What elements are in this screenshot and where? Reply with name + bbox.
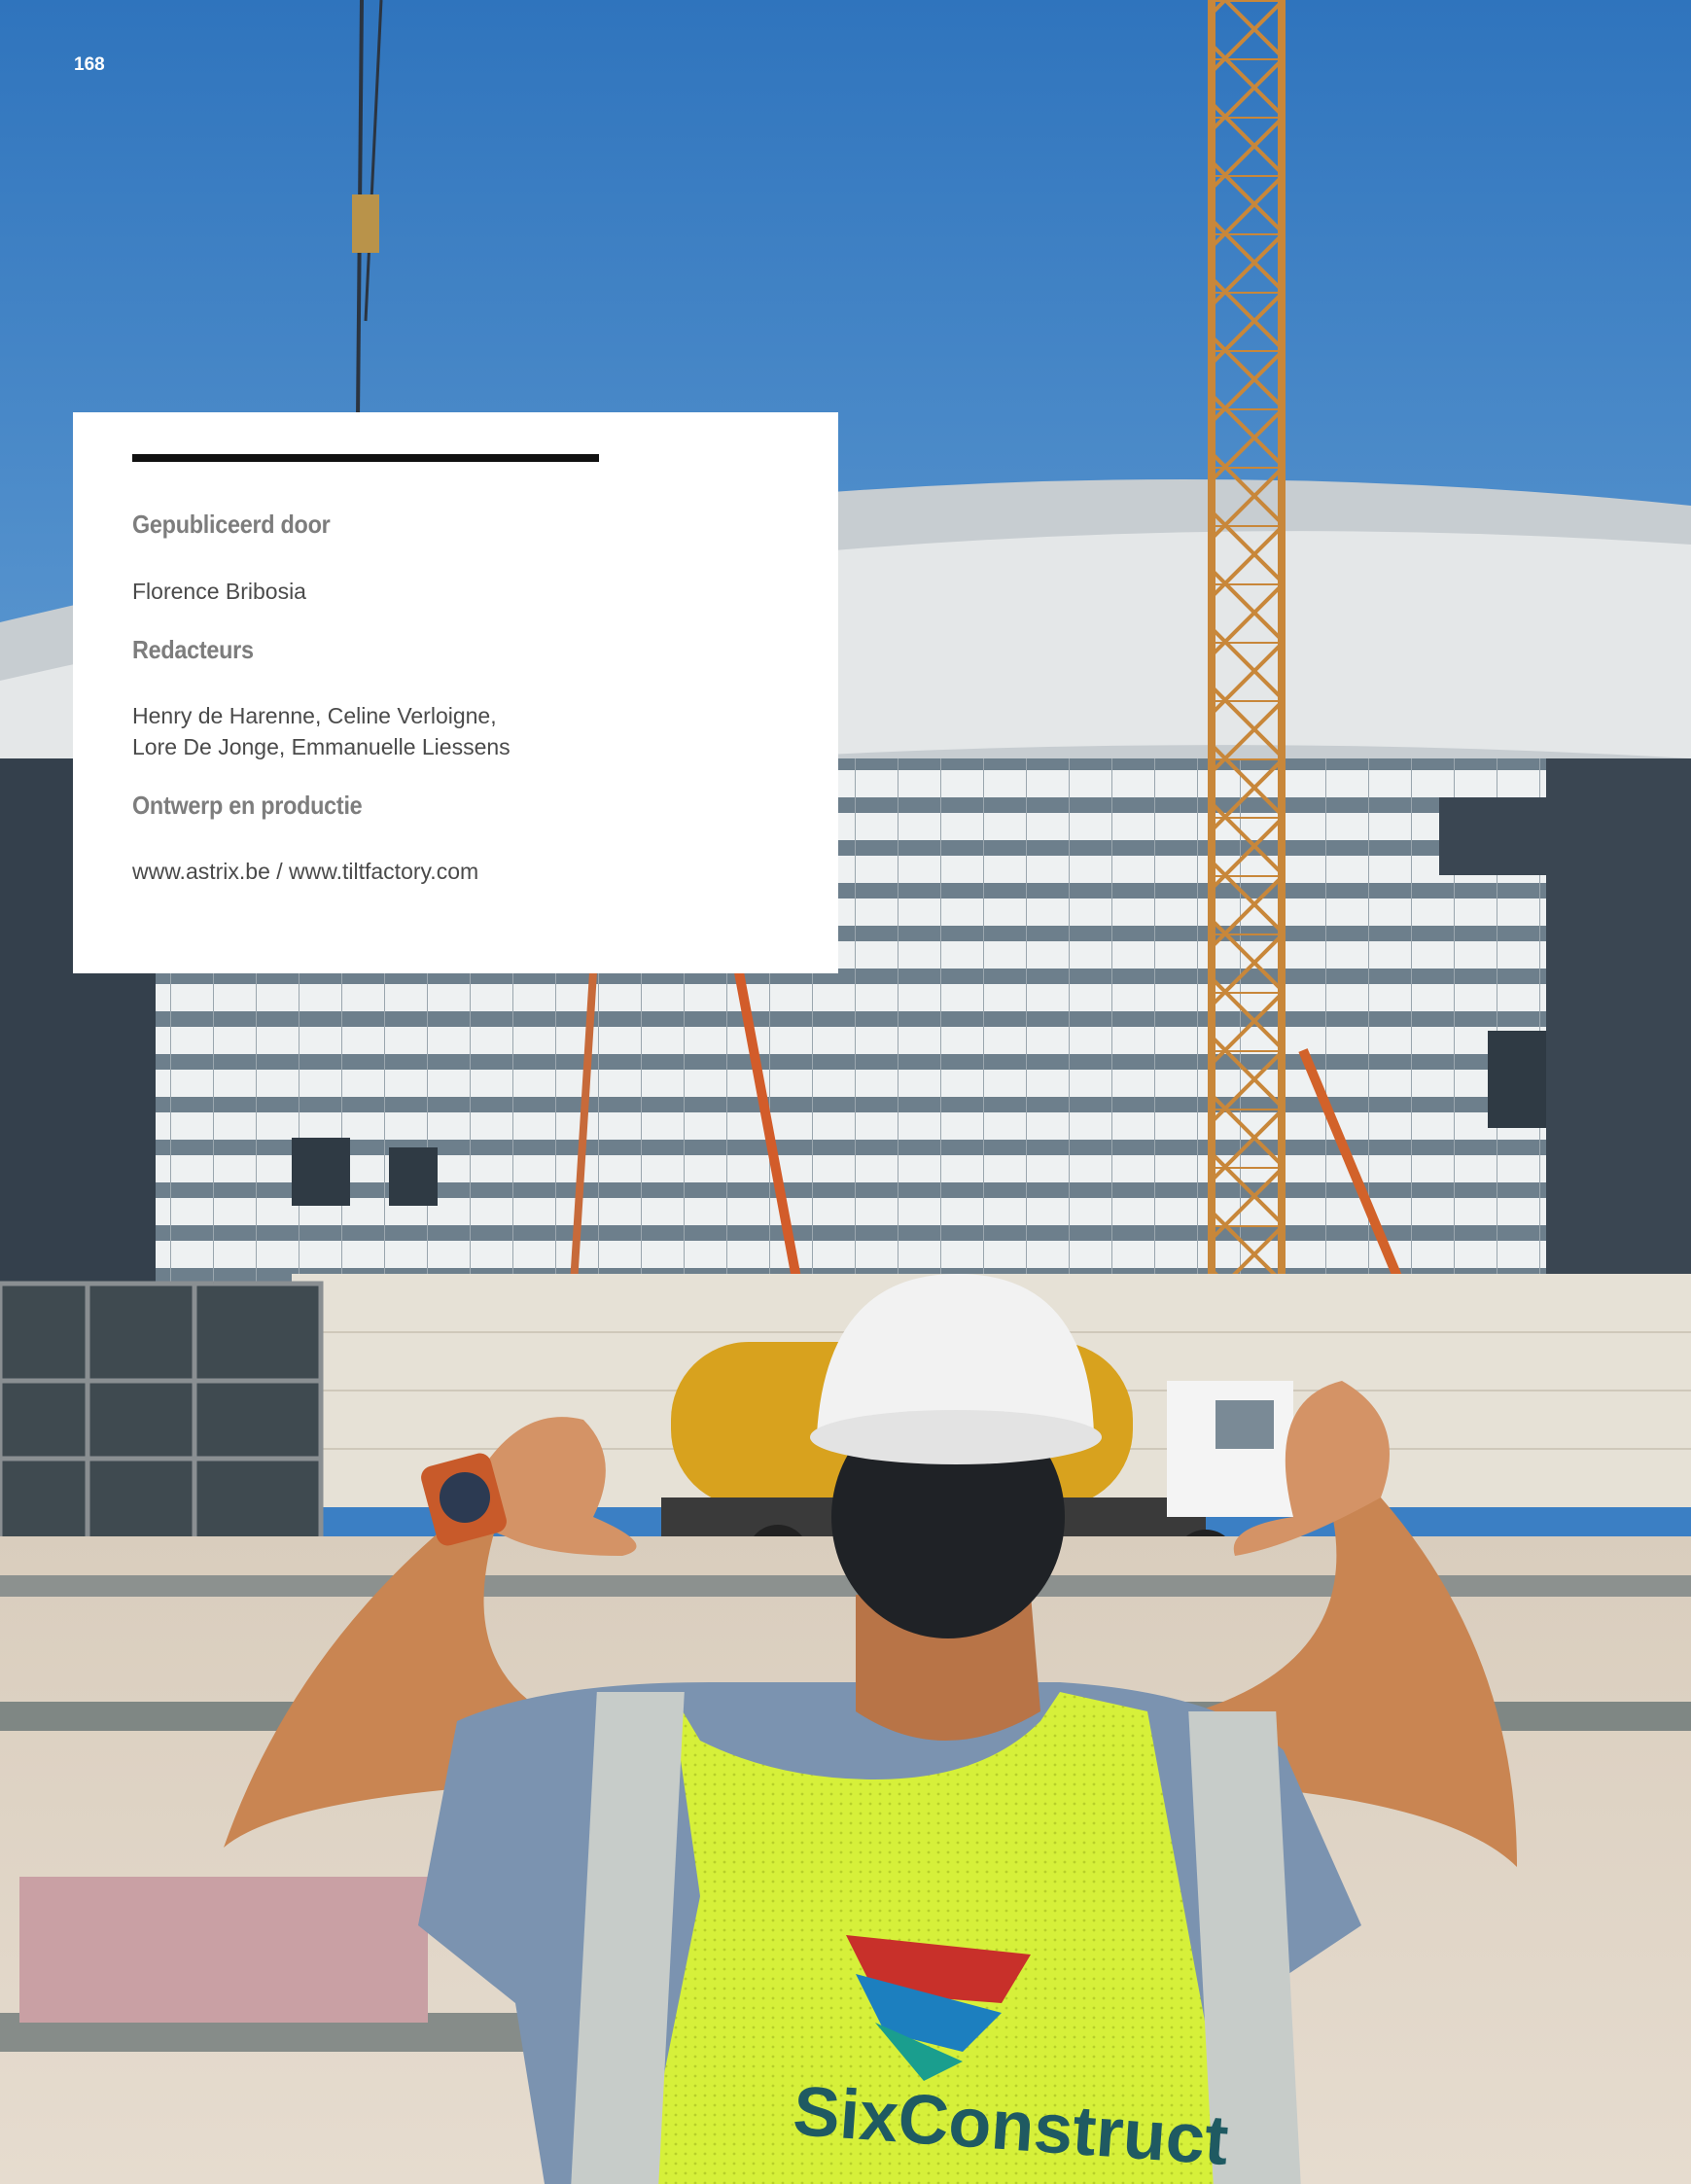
published-by-heading: Gepubliceerd door xyxy=(132,510,331,539)
editors-heading: Redacteurs xyxy=(132,635,254,664)
editors-line-2: Lore De Jonge, Emmanuelle Liessens xyxy=(132,734,511,759)
design-heading: Ontwerp en productie xyxy=(132,791,363,820)
colophon-box: Gepubliceerd door Florence Bribosia Reda… xyxy=(73,412,838,973)
scaffolding xyxy=(0,1281,324,1559)
editors-line-1: Henry de Harenne, Celine Verloigne, xyxy=(132,703,497,728)
title-rule xyxy=(132,454,599,462)
background-photo: SixConstruct xyxy=(0,0,1691,2184)
page-number: 168 xyxy=(74,54,105,75)
publisher-name: Florence Bribosia xyxy=(132,579,306,604)
design-credit: www.astrix.be / www.tiltfactory.com xyxy=(132,859,479,884)
